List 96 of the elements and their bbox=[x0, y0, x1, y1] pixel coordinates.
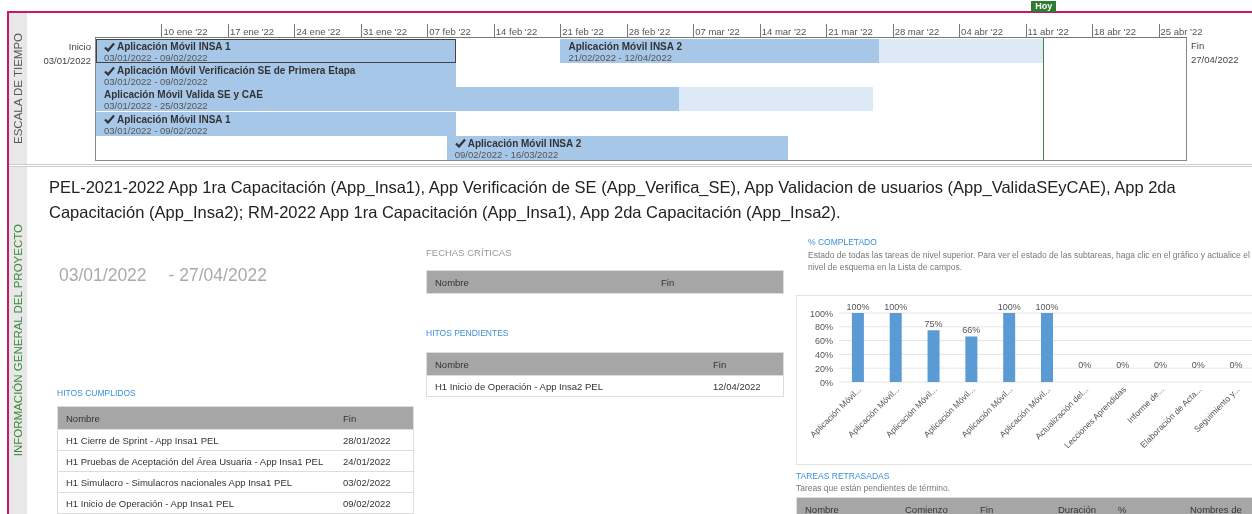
task-dates: 09/02/2022 - 16/03/2022 bbox=[454, 148, 559, 160]
task-name: Aplicación Móvil INSA 2 bbox=[568, 41, 682, 52]
column-header: Fin bbox=[653, 271, 783, 293]
task-dates: 03/01/2022 - 09/02/2022 bbox=[104, 52, 208, 63]
tick-label: 25 abr '22 bbox=[1158, 24, 1203, 37]
start-label: Inicio bbox=[68, 40, 91, 54]
chart-bar bbox=[1041, 313, 1053, 382]
axis-label: 0% bbox=[820, 377, 833, 388]
tick-label: 14 mar '22 bbox=[759, 24, 807, 37]
tick-label: 28 mar '22 bbox=[892, 24, 940, 37]
table-cell: H1 Simulacro - Simulacros nacionales App Insa1 PEL bbox=[58, 471, 335, 492]
column-header: Nombre bbox=[427, 353, 705, 375]
value-label: 100% bbox=[884, 302, 908, 312]
chart-bar bbox=[889, 313, 902, 382]
value-label: 0% bbox=[1229, 360, 1243, 371]
table-cell: H1 Inicio de Operación - App Insa1 PEL bbox=[58, 492, 335, 513]
chart-bar bbox=[851, 313, 864, 382]
tick-label: 28 feb '22 bbox=[626, 24, 671, 37]
axis-label: 100% bbox=[809, 308, 833, 319]
axis-label: 80% bbox=[815, 322, 833, 333]
table-cell: 03/02/2022 bbox=[335, 471, 413, 492]
task-name: Aplicación Móvil INSA 1 bbox=[117, 41, 231, 52]
end-date: 27/04/2022 bbox=[1191, 53, 1240, 67]
task-bar[interactable]: Aplicación Móvil INSA 1 03/01/2022 - 09/02/2022 bbox=[96, 39, 457, 63]
table-cell: H1 Inicio de Operación - App Insa2 PEL bbox=[427, 375, 705, 396]
end-label: Fin bbox=[1191, 39, 1206, 53]
tick-label: 07 mar '22 bbox=[693, 24, 740, 37]
column-header: Duración bbox=[1050, 498, 1110, 514]
task-dates: 03/01/2022 - 09/02/2022 bbox=[104, 76, 208, 88]
column-header: Nombre bbox=[427, 271, 653, 293]
column-header: Nombre bbox=[58, 407, 335, 429]
task-bar[interactable]: Aplicación Móvil INSA 2 09/02/2022 - 16/03/2022 bbox=[446, 135, 788, 160]
section-heading: FECHAS CRÍTICAS bbox=[426, 247, 513, 258]
column-header: Nombres de bbox=[1182, 498, 1252, 514]
task-bar[interactable]: Aplicación Móvil INSA 2 21/02/2022 - 12/04/2022 bbox=[560, 39, 1044, 63]
task-name: Aplicación Móvil Valida SE y CAE bbox=[104, 89, 263, 101]
tick-label: 24 ene '22 bbox=[294, 24, 341, 37]
task-dates: 03/01/2022 - 09/02/2022 bbox=[104, 124, 208, 136]
tick-label: 21 mar '22 bbox=[826, 24, 873, 37]
value-label: 100% bbox=[997, 302, 1021, 312]
project-description: PEL-2021-2022 App 1ra Capacitación (App_Insa1), App Verificación de SE (App_Verifica_SE), App Validacion de usuarios (App_ValidaSEyCAE), App 2da Capacitación (App_Insa2); RM-2022 App 1ra Capacitación (App_Insa1), App 2da Capacitación (App_Insa2). bbox=[49, 177, 1177, 223]
value-label: 75% bbox=[924, 319, 943, 330]
column-header: % bbox=[1110, 498, 1182, 514]
task-dates: 21/02/2022 - 12/04/2022 bbox=[568, 52, 672, 63]
task-dates: 03/01/2022 - 25/03/2022 bbox=[104, 100, 208, 112]
section-label: ESCALA DE TIEMPO bbox=[12, 33, 24, 144]
chart-bar bbox=[965, 336, 978, 382]
value-label: 0% bbox=[1191, 360, 1205, 371]
value-label: 0% bbox=[1078, 360, 1092, 371]
table-cell: 09/02/2022 bbox=[335, 492, 413, 513]
chart-bar bbox=[1003, 313, 1016, 382]
column-header: Comienzo bbox=[897, 498, 972, 514]
table-cell: H1 Cierre de Sprint - App Insa1 PEL bbox=[58, 429, 335, 450]
axis-label: 60% bbox=[815, 336, 833, 347]
chart-description: Estado de todas las tareas de nivel superior. Para ver el estado de las subtareas, haga clic en el gráfico y actualice el nivel de esquema en la Lista de campos. bbox=[808, 249, 1251, 273]
column-header: Nombre bbox=[797, 498, 897, 514]
task-name: Aplicación Móvil INSA 2 bbox=[467, 137, 582, 149]
table-cell: 12/04/2022 bbox=[705, 375, 783, 396]
tick-label: 21 feb '22 bbox=[560, 24, 604, 37]
section-heading: % COMPLETADO bbox=[808, 237, 878, 247]
task-bar[interactable]: Aplicación Móvil Verificación SE de Primera Etapa 03/01/2022 - 09/02/2022 bbox=[96, 63, 457, 88]
column-header: Fin bbox=[705, 353, 783, 375]
task-bar[interactable]: Aplicación Móvil INSA 1 03/01/2022 - 09/02/2022 bbox=[96, 111, 457, 136]
tick-label: 17 ene '22 bbox=[227, 24, 274, 37]
table-cell: 28/01/2022 bbox=[335, 429, 413, 450]
table-cell: H1 Pruebas de Aceptación del Área Usuaria - App Insa1 PEL bbox=[58, 450, 335, 471]
tick-label: 04 abr '22 bbox=[959, 24, 1004, 37]
end-date: - 27/04/2022 bbox=[168, 265, 267, 286]
axis-label: 20% bbox=[815, 363, 833, 374]
value-label: 100% bbox=[1035, 302, 1059, 312]
section-heading: TAREAS RETRASADAS bbox=[796, 471, 891, 481]
value-label: 0% bbox=[1153, 360, 1167, 371]
table-cell: 24/01/2022 bbox=[335, 450, 413, 471]
value-label: 100% bbox=[846, 302, 870, 312]
tick-label: 10 ene '22 bbox=[161, 24, 208, 37]
tick-label: 31 ene '22 bbox=[360, 24, 407, 37]
section-heading: HITOS CUMPLIDOS bbox=[57, 388, 137, 398]
tick-label: 07 feb '22 bbox=[427, 24, 471, 37]
tick-label: 11 abr '22 bbox=[1025, 24, 1069, 37]
value-label: 66% bbox=[962, 325, 981, 336]
section-heading: HITOS PENDIENTES bbox=[426, 328, 510, 338]
axis-label: 40% bbox=[815, 349, 833, 360]
chart-bar bbox=[927, 330, 940, 382]
table-description: Tareas que están pendientes de término. bbox=[796, 482, 952, 494]
column-header: Fin bbox=[335, 407, 413, 429]
value-label: 0% bbox=[1116, 360, 1130, 371]
task-name: Aplicación Móvil Verificación SE de Primera Etapa bbox=[117, 65, 356, 77]
start-date: 03/01/2022 bbox=[43, 54, 91, 68]
task-name: Aplicación Móvil INSA 1 bbox=[117, 113, 231, 125]
section-label: INFORMACIÓN GENERAL DEL PROYECTO bbox=[12, 224, 24, 457]
start-date: 03/01/2022 bbox=[59, 265, 147, 286]
tick-label: 18 abr '22 bbox=[1092, 24, 1136, 37]
column-header: Fin bbox=[972, 498, 1050, 514]
today-label: Hoy bbox=[1031, 1, 1057, 12]
tick-label: 14 feb '22 bbox=[493, 24, 538, 37]
task-bar[interactable]: Aplicación Móvil Valida SE y CAE 03/01/2022 - 25/03/2022 bbox=[96, 87, 874, 112]
